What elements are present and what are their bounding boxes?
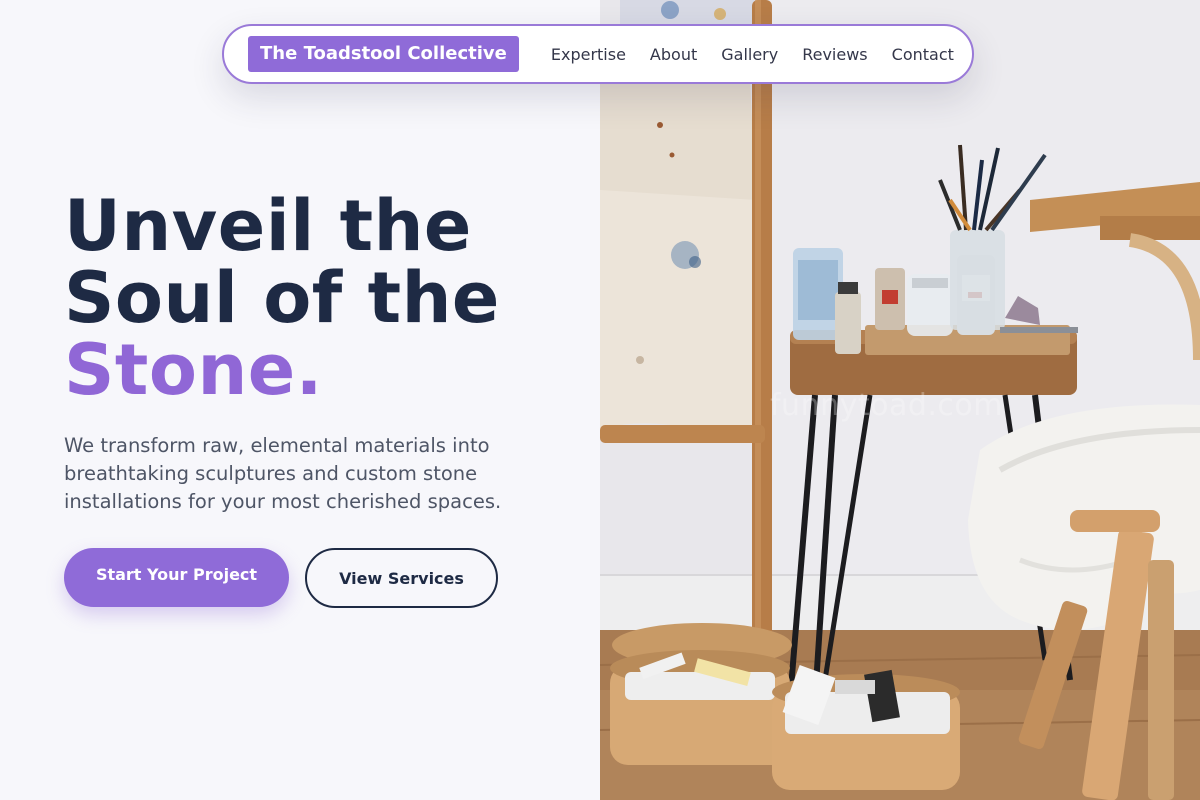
nav-link-contact[interactable]: Contact bbox=[892, 45, 954, 64]
hero-title-line-2: Soul of the bbox=[64, 257, 500, 339]
nav-link-gallery[interactable]: Gallery bbox=[721, 45, 778, 64]
navbar: The Toadstool Collective Expertise About… bbox=[222, 24, 974, 84]
page: funnytoad.com The Toadstool Collective E… bbox=[0, 0, 1200, 800]
view-services-button[interactable]: View Services bbox=[305, 548, 498, 608]
brand-logo[interactable]: The Toadstool Collective bbox=[248, 36, 519, 72]
nav-link-reviews[interactable]: Reviews bbox=[802, 45, 867, 64]
nav-links: Expertise About Gallery Reviews Contact bbox=[539, 45, 966, 64]
hero-image: funnytoad.com bbox=[600, 0, 1200, 800]
nav-link-expertise[interactable]: Expertise bbox=[551, 45, 626, 64]
hero-subtitle: We transform raw, elemental materials in… bbox=[64, 434, 502, 513]
start-project-button[interactable]: Start Your Project bbox=[64, 548, 289, 607]
nav-link-about[interactable]: About bbox=[650, 45, 697, 64]
hero-title: Unveil the Soul of the Stone. bbox=[64, 190, 500, 406]
hero-title-accent: Stone. bbox=[64, 329, 323, 411]
image-watermark: funnytoad.com bbox=[770, 388, 1004, 423]
hero-title-line-1: Unveil the bbox=[64, 185, 472, 267]
